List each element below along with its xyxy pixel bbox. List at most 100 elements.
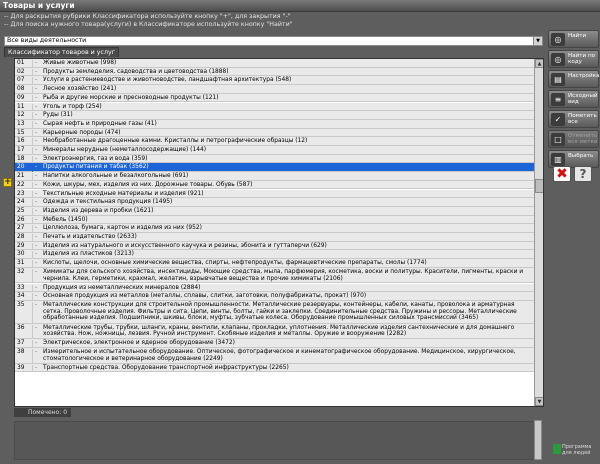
collapse-icon[interactable]: - [35, 234, 41, 241]
chevron-down-icon[interactable]: ▼ [533, 37, 542, 45]
collapse-icon[interactable]: - [35, 104, 41, 111]
table-row[interactable]: 38- Измерительное и испытательное оборудо… [15, 348, 534, 364]
table-row[interactable]: 39- Транспортные средства. Оборудование т… [15, 363, 534, 373]
row-code: 01 [17, 60, 33, 68]
table-row[interactable]: 32- Химикаты для сельского хозяйства, инс… [15, 267, 534, 284]
table-row[interactable]: 22- Кожи, шкуры, мех, изделия из них. Дор… [15, 180, 534, 190]
collapse-icon[interactable]: - [35, 130, 41, 137]
plus-icon[interactable]: + [3, 178, 12, 187]
classifier-grid[interactable]: 01- Живые животные (998) 02- Продукты земле… [14, 58, 544, 407]
row-text: Напитки алкогольные и безалкогольные (69… [43, 173, 189, 180]
cancel-icon[interactable]: ✖ [553, 166, 571, 182]
collapse-icon[interactable]: - [35, 225, 41, 232]
collapse-icon[interactable]: - [35, 86, 41, 93]
collapse-icon[interactable]: - [35, 191, 41, 198]
uncheck-icon: □ [551, 133, 565, 146]
collapse-icon[interactable]: - [35, 112, 41, 119]
app-logo: Программа для людей [552, 440, 598, 460]
row-text: Транспортные средства. Оборудование тран… [43, 364, 289, 371]
table-row[interactable]: 21- Напитки алкогольные и безалкогольные … [15, 172, 534, 181]
activity-select[interactable]: Все виды деятельности ▼ [4, 36, 543, 46]
table-row[interactable]: 07- Услуги в растениеводстве и животновод… [15, 76, 534, 86]
collapse-icon[interactable]: - [35, 121, 41, 128]
table-row[interactable]: 37- Электрическое, электронное и ядерное … [15, 339, 534, 348]
collapse-icon[interactable]: - [35, 302, 41, 309]
table-row[interactable]: 16- Необработанные драгоценные камни. Кри… [15, 137, 534, 146]
table-row[interactable]: 28- Печать и издательство (2633) [15, 233, 534, 242]
table-row[interactable]: 01- Живые животные (998) [15, 59, 534, 68]
hint-find: -- Для поиска нужного товара(услуги) в К… [4, 21, 293, 28]
collapse-icon[interactable]: - [35, 147, 41, 154]
collapse-icon[interactable]: - [35, 349, 41, 356]
table-row[interactable]: 23- Текстильные исходные материалы и изде… [15, 189, 534, 199]
row-code: 37 [17, 340, 33, 348]
row-text: Электроэнергия, газ и вода (359) [43, 155, 148, 162]
row-text: Печать и издательство (2633) [43, 234, 137, 240]
hint-expand: -- Для раскрытия рубрики Классификатора … [4, 13, 291, 20]
table-row[interactable]: 13- Сырая нефть и природные газы (41) [15, 119, 534, 129]
collapse-icon[interactable]: - [35, 95, 41, 102]
table-row[interactable]: 33- Продукция из неметаллических минерало… [15, 283, 534, 293]
table-row[interactable]: 12- Руды (31) [15, 111, 534, 120]
table-row[interactable]: 34- Основная продукция из металлов (метал… [15, 292, 534, 301]
row-code: 36 [17, 324, 33, 340]
table-row[interactable]: 02- Продукты земледелия, садоводства и цв… [15, 67, 534, 77]
collapse-icon[interactable]: - [35, 156, 41, 163]
collapse-icon[interactable]: - [35, 60, 41, 67]
table-row[interactable]: 17- Минералы нерудные (неметаллосодержащи… [15, 146, 534, 155]
collapse-icon[interactable]: - [35, 208, 41, 215]
collapse-icon[interactable]: - [35, 217, 41, 224]
unmark-all-button[interactable]: □ Отменить все метки [548, 130, 599, 148]
scroll-down-icon[interactable]: ▼ [535, 397, 543, 406]
collapse-icon[interactable]: - [35, 251, 41, 258]
table-row[interactable]: 35- Металлические конструкции для строите… [15, 300, 534, 324]
table-row[interactable]: 30- Изделия из пластиков (3213) [15, 250, 534, 260]
collapse-icon[interactable]: - [35, 285, 41, 292]
marked-count: 0 [63, 409, 68, 416]
marked-label: Помечено: [28, 409, 62, 416]
collapse-icon[interactable]: - [35, 173, 41, 180]
vertical-scrollbar[interactable]: ▲ ▼ [534, 59, 543, 406]
collapse-icon[interactable]: - [35, 164, 41, 171]
table-row[interactable]: 26- Мебель (1450) [15, 215, 534, 225]
collapse-icon[interactable]: - [35, 199, 41, 206]
row-text: Изделия из пластиков (3213) [43, 251, 134, 258]
table-row[interactable]: 25- Изделия из дерева и пробки (1621) [15, 206, 534, 216]
table-row[interactable]: 20- Продукты питания и табак (3562) [15, 163, 534, 173]
collapse-icon[interactable]: - [35, 260, 41, 267]
find-button[interactable]: ◎ Найти [548, 30, 599, 48]
scroll-thumb[interactable] [535, 179, 543, 193]
help-icon[interactable]: ? [574, 166, 592, 182]
table-row[interactable]: 15- Карьерные породы (474) [15, 128, 534, 138]
table-row[interactable]: 27- Целлюлоза, бумага, картон и изделия и… [15, 224, 534, 233]
table-row[interactable]: 36- Металлические трубы, трубки, шланги, … [15, 323, 534, 340]
initial-view-button[interactable]: ≡ Исходный вид [548, 90, 599, 108]
table-row[interactable]: 18- Электроэнергия, газ и вода (359) [15, 154, 534, 164]
collapse-icon[interactable]: - [35, 182, 41, 189]
collapse-icon[interactable]: - [35, 69, 41, 76]
table-row[interactable]: 29- Изделия из натурального и искусственн… [15, 241, 534, 251]
activity-select-value: Все виды деятельности [7, 37, 87, 44]
table-row[interactable]: 31- Кислоты, щелочи, основные химические … [15, 259, 534, 268]
table-row[interactable]: 24- Одежда и текстильная продукция (1495) [15, 198, 534, 207]
mark-all-button[interactable]: ✓ Пометить все [548, 110, 599, 128]
row-text: Одежда и текстильная продукция (1495) [43, 199, 173, 206]
table-row[interactable]: 09- Рыба и другие морские и пресноводные … [15, 93, 534, 103]
collapse-icon[interactable]: - [35, 340, 41, 347]
table-row[interactable]: 08- Лесное хозяйство (241) [15, 85, 534, 94]
collapse-icon[interactable]: - [35, 243, 41, 250]
collapse-icon[interactable]: - [35, 365, 41, 372]
row-text: Карьерные породы (474) [43, 129, 121, 136]
collapse-icon[interactable]: - [35, 293, 41, 300]
collapse-icon[interactable]: - [35, 325, 41, 332]
classifier-tab[interactable]: Классификатор товаров и услуг [4, 47, 120, 57]
details-scrollbar[interactable] [534, 420, 542, 460]
collapse-icon[interactable]: - [35, 269, 41, 276]
find-by-code-button[interactable]: ◎ Найти по коду [548, 50, 599, 68]
scroll-up-icon[interactable]: ▲ [535, 59, 543, 68]
table-row[interactable]: 11- Уголь и торф (254) [15, 102, 534, 112]
collapse-icon[interactable]: - [35, 77, 41, 84]
collapse-icon[interactable]: - [35, 138, 41, 145]
settings-button[interactable]: ▤ Настройка [548, 70, 599, 88]
details-panel [14, 421, 540, 460]
